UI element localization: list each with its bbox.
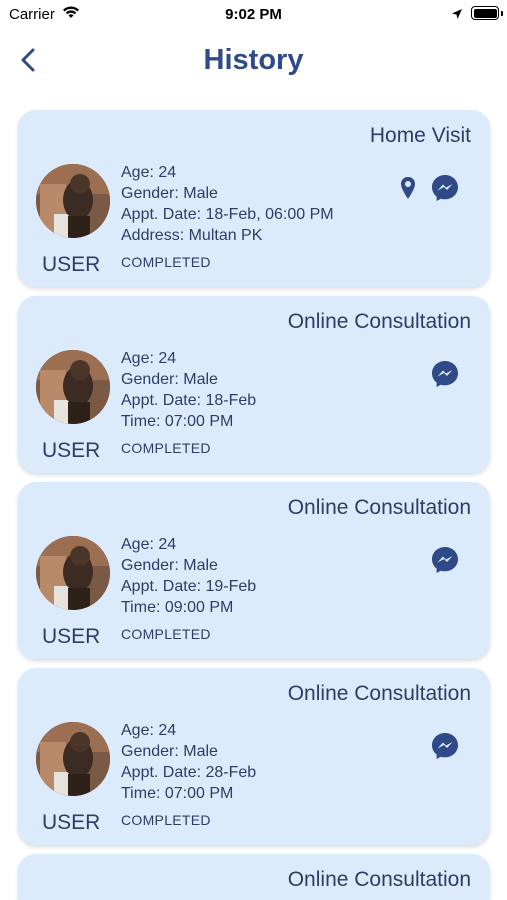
user-name: USER: [42, 811, 101, 834]
detail-line: Appt. Date: 19-Feb: [121, 578, 257, 595]
status-badge: COMPLETED: [121, 626, 211, 642]
detail-line: Age: 24: [121, 536, 177, 553]
detail-line: Gender: Male: [121, 185, 218, 202]
avatar: [36, 722, 110, 796]
detail-line: Time: 07:00 PM: [121, 413, 234, 430]
status-bar: Carrier 9:02 PM: [0, 0, 507, 30]
history-list[interactable]: Home Visit USER Age: 24 Gender: Male Appt. D…: [18, 110, 490, 900]
user-name: USER: [42, 625, 101, 648]
appointment-type: Online Consultation: [287, 496, 471, 519]
location-arrow-icon: [451, 7, 463, 25]
messenger-icon[interactable]: [430, 545, 460, 580]
detail-line: Age: 24: [121, 164, 177, 181]
page-title: History: [203, 44, 304, 76]
user-name: USER: [42, 439, 101, 462]
appointment-type: Online Consultation: [287, 868, 471, 891]
appointment-details: Age: 24 Gender: Male Appt. Date: 19-Feb Tim…: [121, 534, 256, 618]
avatar: [36, 164, 110, 238]
appointment-card[interactable]: Online Consultation USER Age: 24 Gender: Ma…: [18, 296, 490, 473]
status-badge: COMPLETED: [121, 254, 211, 270]
messenger-icon[interactable]: [430, 359, 460, 394]
card-actions: [430, 545, 460, 580]
detail-line: Time: 09:00 PM: [121, 599, 234, 616]
appointment-card[interactable]: Online Consultation USER Age: 24 Gender: Ma…: [18, 482, 490, 659]
messenger-icon[interactable]: [430, 173, 460, 208]
messenger-icon[interactable]: [430, 731, 460, 766]
clock-time: 9:02 PM: [225, 6, 282, 23]
status-badge: COMPLETED: [121, 440, 211, 456]
detail-line: Appt. Date: 18-Feb: [121, 392, 257, 409]
appointment-card[interactable]: Home Visit USER Age: 24 Gender: Male Appt. D…: [18, 110, 490, 287]
appointment-details: Age: 24 Gender: Male Appt. Date: 18-Feb, 0…: [121, 162, 334, 246]
detail-line: Gender: Male: [121, 557, 218, 574]
appointment-card[interactable]: Online Consultation: [18, 854, 490, 900]
appointment-details: Age: 24 Gender: Male Appt. Date: 28-Feb Tim…: [121, 720, 256, 804]
appointment-type: Online Consultation: [287, 310, 471, 333]
appointment-details: Age: 24 Gender: Male Appt. Date: 18-Feb Tim…: [121, 348, 256, 432]
detail-line: Time: 07:00 PM: [121, 785, 234, 802]
detail-line: Appt. Date: 18-Feb, 06:00 PM: [121, 206, 334, 223]
detail-line: Gender: Male: [121, 743, 218, 760]
appointment-type: Home Visit: [369, 124, 471, 147]
appointment-card[interactable]: Online Consultation USER Age: 24 Gender: Ma…: [18, 668, 490, 845]
card-actions: [400, 173, 460, 208]
detail-line: Age: 24: [121, 722, 177, 739]
detail-line: Gender: Male: [121, 371, 218, 388]
navigation-bar: History: [0, 30, 507, 100]
status-badge: COMPLETED: [121, 812, 211, 828]
appointment-type: Online Consultation: [287, 682, 471, 705]
detail-line: Appt. Date: 28-Feb: [121, 764, 257, 781]
detail-line: Address: Multan PK: [121, 227, 263, 244]
location-pin-icon[interactable]: [400, 176, 416, 205]
battery-icon: [471, 6, 503, 20]
card-actions: [430, 731, 460, 766]
avatar: [36, 350, 110, 424]
detail-line: Age: 24: [121, 350, 177, 367]
user-name: USER: [42, 253, 101, 276]
card-actions: [430, 359, 460, 394]
avatar: [36, 536, 110, 610]
